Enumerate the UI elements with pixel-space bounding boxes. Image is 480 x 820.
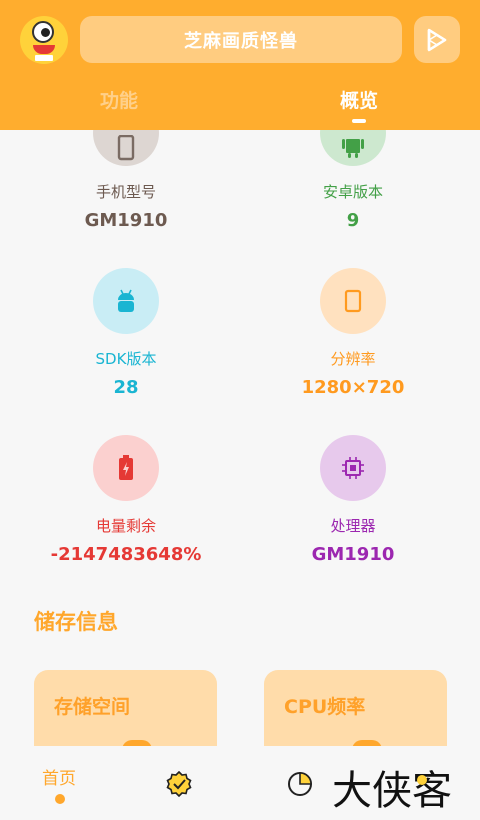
watermark: 大侠客 [332, 764, 472, 818]
play-button[interactable] [414, 16, 460, 63]
storage-space-title: 存储空间 [54, 696, 131, 718]
phone-model-label: 手机型号 [95, 183, 156, 201]
avatar[interactable] [20, 16, 68, 64]
watermark-logo: 大侠客 [332, 768, 452, 814]
badge-check-icon [166, 770, 192, 798]
android-icon [342, 139, 364, 158]
sdk-version-label: SDK版本 [95, 350, 157, 368]
watermark-text: 大侠客 [332, 768, 452, 814]
resolution-label: 分辨率 [330, 350, 376, 368]
processor-label: 处理器 [330, 517, 376, 535]
android-robot-icon [118, 289, 134, 312]
battery-circle [93, 435, 159, 501]
battery-value: -2147483648% [50, 544, 202, 565]
tab-overview[interactable]: 概览 [340, 86, 378, 113]
phone-icon [117, 135, 135, 161]
processor-circle [320, 435, 386, 501]
bottom-navigation: 首页 大侠客 [0, 746, 480, 820]
storage-section-title: 储存信息 [34, 610, 118, 634]
app-title-button[interactable]: 芝麻画质怪兽 [80, 16, 402, 63]
tab-functions[interactable]: 功能 [100, 86, 138, 113]
cpu-frequency-title: CPU频率 [284, 696, 366, 718]
nav-active-dot [55, 794, 65, 804]
sdk-version-circle [93, 268, 159, 334]
screen-icon [344, 289, 362, 313]
nav-home[interactable]: 首页 [42, 764, 76, 789]
avatar-tag [35, 55, 53, 61]
avatar-mouth [33, 45, 55, 54]
phone-model-value: GM1910 [84, 210, 168, 231]
resolution-circle [320, 268, 386, 334]
battery-icon [119, 455, 133, 480]
app-title: 芝麻画质怪兽 [184, 30, 298, 52]
sdk-version-value: 28 [113, 377, 139, 398]
android-version-label: 安卓版本 [322, 183, 383, 201]
active-tab-indicator [352, 119, 366, 123]
avatar-eye [32, 21, 54, 43]
play-icon [427, 28, 447, 51]
processor-value: GM1910 [311, 544, 395, 565]
pie-chart-icon [288, 772, 312, 796]
nav-badge-tab[interactable] [166, 770, 192, 801]
resolution-value: 1280×720 [301, 377, 405, 398]
nav-stats-tab[interactable] [287, 771, 313, 801]
battery-label: 电量剩余 [95, 517, 156, 535]
app-header: 芝麻画质怪兽 功能 概览 [0, 0, 480, 130]
android-version-value: 9 [346, 210, 360, 231]
chip-icon [342, 457, 364, 479]
